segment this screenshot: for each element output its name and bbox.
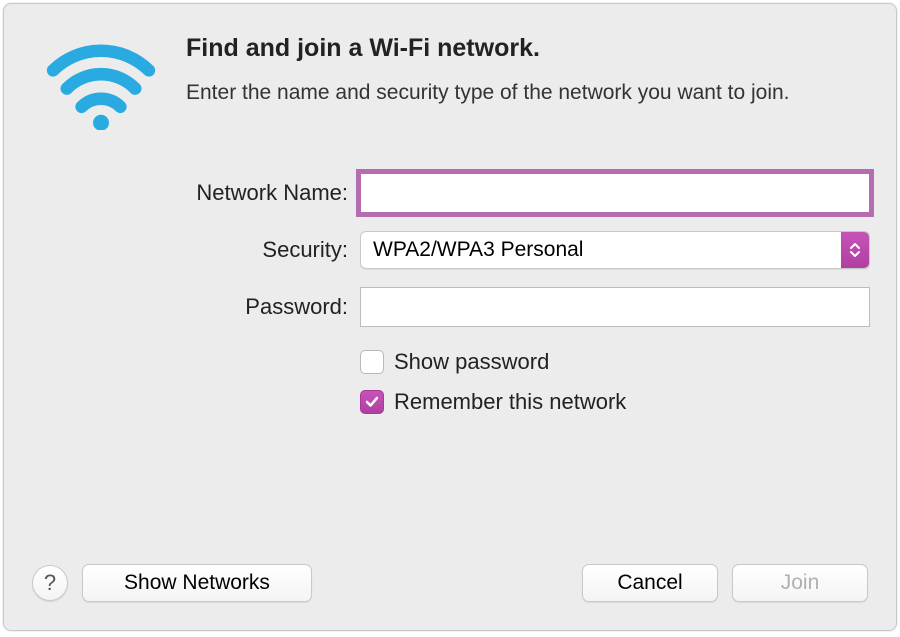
remember-network-checkbox[interactable] [360,390,384,414]
help-button[interactable]: ? [32,565,68,601]
remember-network-row: Remember this network [360,389,870,415]
dialog-title: Find and join a Wi-Fi network. [186,34,790,63]
password-label: Password: [44,294,348,320]
show-password-label: Show password [394,349,549,375]
dialog-header: Find and join a Wi-Fi network. Enter the… [44,34,856,135]
wifi-join-dialog: Find and join a Wi-Fi network. Enter the… [3,3,897,631]
security-label: Security: [44,237,348,263]
dialog-subtitle: Enter the name and security type of the … [186,79,790,107]
dialog-footer: ? Show Networks Cancel Join [32,564,868,602]
show-password-row: Show password [360,349,870,375]
remember-network-label: Remember this network [394,389,626,415]
join-button[interactable]: Join [732,564,868,602]
checkbox-group: Show password Remember this network [360,349,870,415]
security-select[interactable]: WPA2/WPA3 Personal [360,231,870,269]
network-name-label: Network Name: [44,180,348,206]
show-networks-button[interactable]: Show Networks [82,564,312,602]
header-text: Find and join a Wi-Fi network. Enter the… [186,34,790,107]
cancel-button[interactable]: Cancel [582,564,718,602]
help-icon: ? [44,570,56,596]
wifi-icon [44,34,158,135]
show-password-checkbox[interactable] [360,350,384,374]
security-select-wrap: WPA2/WPA3 Personal [360,231,870,269]
form: Network Name: Security: WPA2/WPA3 Person… [44,173,856,415]
password-input[interactable] [360,287,870,327]
network-name-input[interactable] [360,173,870,213]
